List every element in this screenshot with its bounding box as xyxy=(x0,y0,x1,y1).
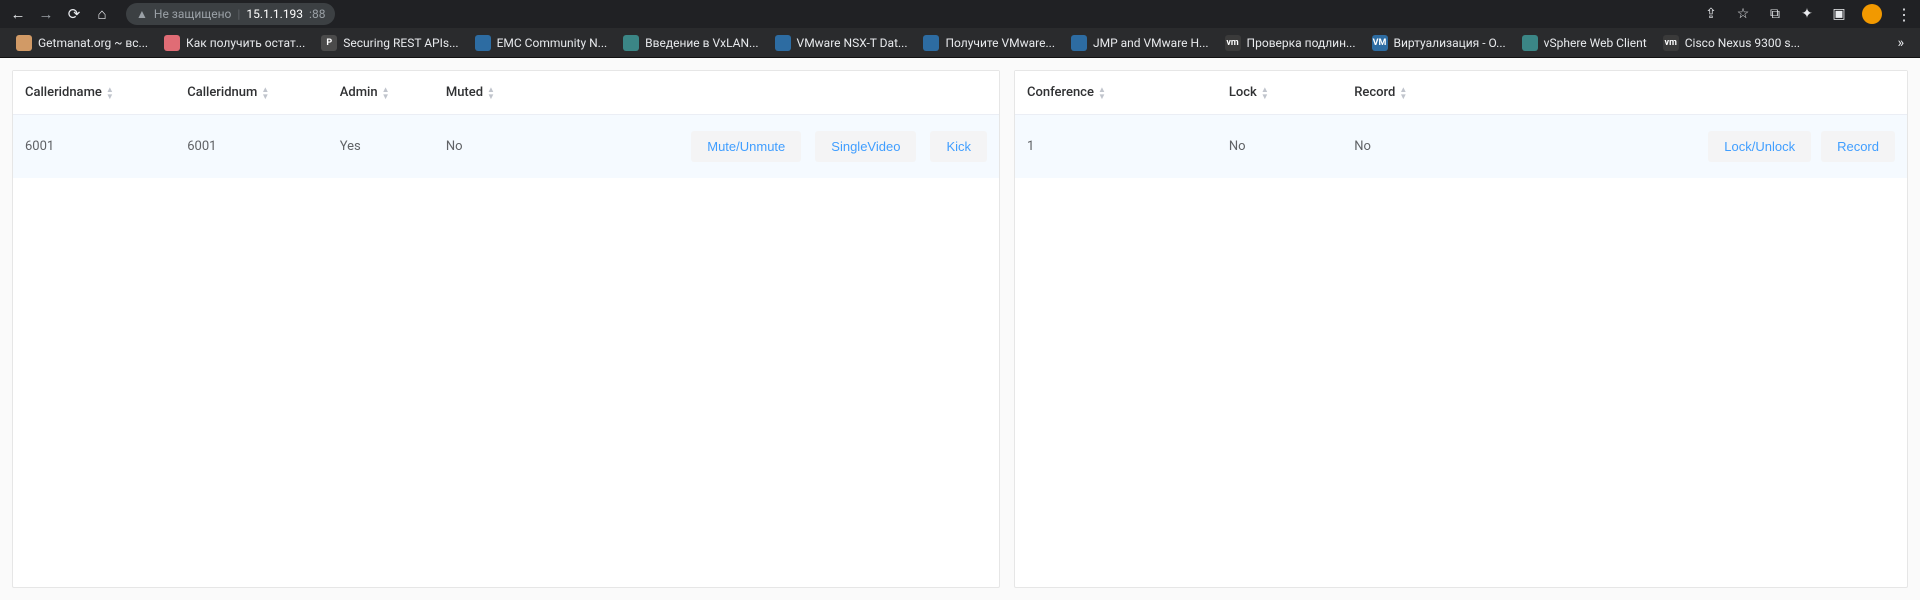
bookmark-label: VMware NSX-T Dat... xyxy=(797,36,908,50)
extensions-icon[interactable]: ⧉ xyxy=(1766,5,1784,23)
bookmark-item[interactable]: EMC Community N... xyxy=(469,32,614,54)
sort-icon: ▲▼ xyxy=(1399,86,1407,100)
lock-unlock-button[interactable]: Lock/Unlock xyxy=(1708,131,1811,162)
bookmark-item[interactable]: vm Проверка подлин... xyxy=(1219,32,1362,54)
col-calleridnum[interactable]: Calleridnum▲▼ xyxy=(175,71,328,115)
url-port: :88 xyxy=(309,7,325,21)
bookmark-label: vSphere Web Client xyxy=(1544,36,1647,50)
sort-icon: ▲▼ xyxy=(487,86,495,100)
not-secure-icon: ▲ xyxy=(136,7,148,21)
sort-icon: ▲▼ xyxy=(106,86,114,100)
security-label: Не защищено xyxy=(154,7,232,21)
bookmark-label: Getmanat.org ~ вс... xyxy=(38,36,148,50)
record-button[interactable]: Record xyxy=(1821,131,1895,162)
profile-avatar[interactable] xyxy=(1862,4,1882,24)
back-button[interactable]: ← xyxy=(8,4,28,24)
cell-calleridnum: 6001 xyxy=(175,115,328,179)
sort-icon: ▲▼ xyxy=(382,86,390,100)
col-admin[interactable]: Admin▲▼ xyxy=(328,71,434,115)
bookmark-item[interactable]: P Securing REST APIs... xyxy=(315,32,464,54)
col-record[interactable]: Record▲▼ xyxy=(1342,71,1493,115)
favicon-icon xyxy=(475,35,491,51)
bookmark-item[interactable]: Getmanat.org ~ вс... xyxy=(10,32,154,54)
bookmark-item[interactable]: Получите VMware... xyxy=(917,32,1061,54)
favicon-icon: VM xyxy=(1372,35,1388,51)
bookmark-label: EMC Community N... xyxy=(497,36,608,50)
browser-toolbar: ← → ⟳ ⌂ ▲ Не защищено | 15.1.1.193:88 ⇪ … xyxy=(0,0,1920,28)
col-conference[interactable]: Conference▲▼ xyxy=(1015,71,1217,115)
page-content: Calleridname▲▼ Calleridnum▲▼ Admin▲▼ Mut… xyxy=(0,58,1920,600)
bookmark-item[interactable]: VM Виртуализация - О... xyxy=(1366,32,1512,54)
puzzle-icon[interactable]: ✦ xyxy=(1798,5,1816,23)
favicon-icon xyxy=(923,35,939,51)
sort-icon: ▲▼ xyxy=(261,86,269,100)
bookmark-star-icon[interactable]: ☆ xyxy=(1734,5,1752,23)
bookmark-label: JMP and VMware H... xyxy=(1093,36,1209,50)
favicon-icon xyxy=(1522,35,1538,51)
cell-admin: Yes xyxy=(328,115,434,179)
bookmark-label: Cisco Nexus 9300 s... xyxy=(1685,36,1800,50)
browser-menu-icon[interactable]: ⋮ xyxy=(1896,5,1912,24)
forward-button[interactable]: → xyxy=(36,4,56,24)
panel-icon[interactable]: ▣ xyxy=(1830,5,1848,23)
cell-conference: 1 xyxy=(1015,115,1217,179)
cell-calleridname: 6001 xyxy=(13,115,175,179)
url-host: 15.1.1.193 xyxy=(246,7,303,21)
conference-table: Conference▲▼ Lock▲▼ Record▲▼ 1 No No Loc… xyxy=(1015,71,1907,178)
bookmark-item[interactable]: vm Cisco Nexus 9300 s... xyxy=(1657,32,1806,54)
table-row[interactable]: 1 No No Lock/Unlock Record xyxy=(1015,115,1907,179)
callers-panel: Calleridname▲▼ Calleridnum▲▼ Admin▲▼ Mut… xyxy=(12,70,1000,588)
cell-lock: No xyxy=(1217,115,1342,179)
col-calleridname[interactable]: Calleridname▲▼ xyxy=(13,71,175,115)
favicon-icon xyxy=(164,35,180,51)
cell-record: No xyxy=(1342,115,1493,179)
favicon-icon: vm xyxy=(1663,35,1679,51)
mute-unmute-button[interactable]: Mute/Unmute xyxy=(691,131,801,162)
bookmark-item[interactable]: Введение в VxLAN... xyxy=(617,32,764,54)
sort-icon: ▲▼ xyxy=(1098,86,1106,100)
bookmark-label: Введение в VxLAN... xyxy=(645,36,758,50)
bookmark-item[interactable]: VMware NSX-T Dat... xyxy=(769,32,914,54)
col-lock[interactable]: Lock▲▼ xyxy=(1217,71,1342,115)
favicon-icon xyxy=(1071,35,1087,51)
bookmarks-bar: Getmanat.org ~ вс... Как получить остат.… xyxy=(0,28,1920,58)
address-bar[interactable]: ▲ Не защищено | 15.1.1.193:88 xyxy=(126,3,335,25)
callers-table: Calleridname▲▼ Calleridnum▲▼ Admin▲▼ Mut… xyxy=(13,71,999,178)
favicon-icon: P xyxy=(321,35,337,51)
favicon-icon: vm xyxy=(1225,35,1241,51)
bookmark-item[interactable]: JMP and VMware H... xyxy=(1065,32,1215,54)
home-button[interactable]: ⌂ xyxy=(92,4,112,24)
share-icon[interactable]: ⇪ xyxy=(1702,5,1720,23)
conference-panel: Conference▲▼ Lock▲▼ Record▲▼ 1 No No Loc… xyxy=(1014,70,1908,588)
favicon-icon xyxy=(16,35,32,51)
kick-button[interactable]: Kick xyxy=(930,131,987,162)
bookmark-item[interactable]: vSphere Web Client xyxy=(1516,32,1653,54)
cell-muted: No xyxy=(434,115,539,179)
bookmark-label: Securing REST APIs... xyxy=(343,36,458,50)
favicon-icon xyxy=(775,35,791,51)
bookmarks-overflow-icon[interactable]: » xyxy=(1891,35,1910,51)
favicon-icon xyxy=(623,35,639,51)
sort-icon: ▲▼ xyxy=(1261,86,1269,100)
col-muted[interactable]: Muted▲▼ xyxy=(434,71,539,115)
reload-button[interactable]: ⟳ xyxy=(64,4,84,24)
bookmark-label: Проверка подлин... xyxy=(1247,36,1356,50)
single-video-button[interactable]: SingleVideo xyxy=(815,131,916,162)
bookmark-label: Получите VMware... xyxy=(945,36,1055,50)
bookmark-label: Как получить остат... xyxy=(186,36,305,50)
table-row[interactable]: 6001 6001 Yes No Mute/Unmute SingleVideo… xyxy=(13,115,999,179)
bookmark-item[interactable]: Как получить остат... xyxy=(158,32,311,54)
bookmark-label: Виртуализация - О... xyxy=(1394,36,1506,50)
